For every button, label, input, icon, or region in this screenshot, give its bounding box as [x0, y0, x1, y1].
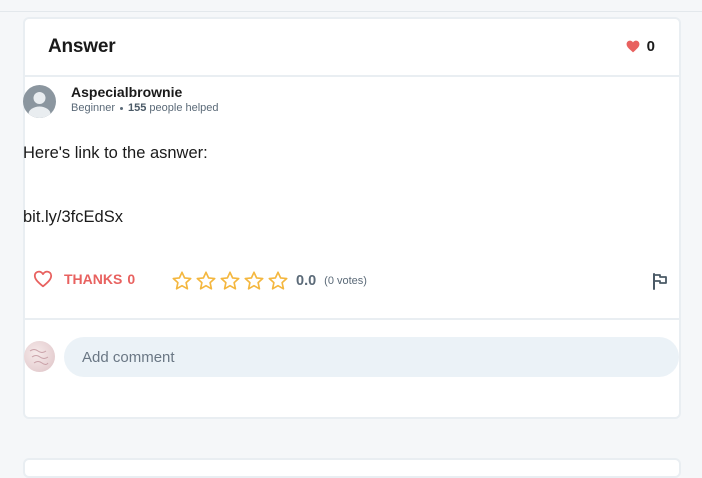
like-button[interactable]: 0: [626, 38, 655, 55]
author-rank: Beginner: [71, 102, 116, 114]
user-silhouette-icon: [28, 92, 51, 118]
star-icon[interactable]: [243, 270, 265, 292]
star-icon[interactable]: [195, 270, 217, 292]
helped-label: people helped: [149, 102, 219, 114]
card-header: Answer 0: [25, 19, 679, 77]
rating-stars: 0.0 (0 votes): [171, 270, 367, 292]
card-title: Answer: [48, 36, 116, 57]
next-answer-card: [23, 458, 681, 478]
rating-value: 0.0: [296, 273, 317, 289]
avatar-pattern-icon: [29, 349, 49, 365]
helped-count: 155: [128, 102, 147, 114]
flag-icon[interactable]: [651, 272, 669, 290]
answer-author: Aspecialbrownie Beginner 155 people help…: [23, 83, 219, 118]
current-user-avatar: [24, 341, 55, 372]
thanks-button[interactable]: THANKS 0: [33, 270, 135, 288]
comment-row: [23, 337, 679, 377]
avatar[interactable]: [23, 85, 56, 118]
previous-card-edge: [0, 0, 702, 12]
author-name[interactable]: Aspecialbrownie: [71, 83, 219, 101]
answer-link-text: bit.ly/3fcEdSx: [23, 208, 123, 226]
star-icon[interactable]: [267, 270, 289, 292]
answer-actions: THANKS 0 0.0 (0 votes): [23, 270, 679, 294]
separator-dot: [120, 106, 124, 110]
rating-votes: (0 votes): [324, 275, 367, 287]
star-icon[interactable]: [219, 270, 241, 292]
thanks-label: THANKS: [64, 271, 123, 287]
add-comment-input[interactable]: [64, 337, 679, 377]
answer-body: Here's link to the asnwer: bit.ly/3fcEdS…: [23, 144, 208, 227]
author-meta: Beginner 155 people helped: [71, 102, 219, 114]
like-count: 0: [646, 38, 655, 55]
heart-outline-icon: [33, 270, 53, 288]
thanks-count: 0: [127, 271, 136, 287]
heart-icon: [626, 40, 640, 53]
answer-text-line: Here's link to the asnwer:: [23, 144, 208, 162]
star-icon[interactable]: [171, 270, 193, 292]
divider: [23, 318, 679, 320]
